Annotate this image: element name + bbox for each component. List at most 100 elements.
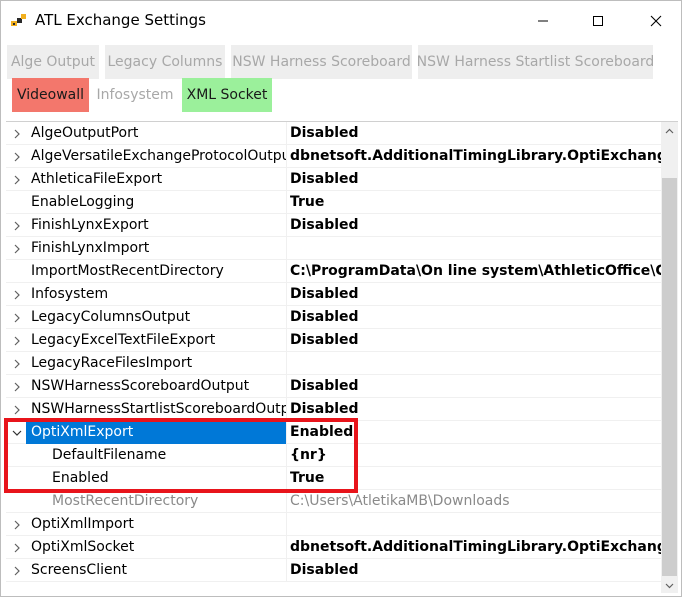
property-value[interactable]: Disabled xyxy=(290,375,661,398)
property-value[interactable]: True xyxy=(290,191,661,214)
property-value[interactable]: dbnetsoft.AdditionalTimingLibrary.OptiEx… xyxy=(290,145,661,168)
column-divider xyxy=(286,260,287,283)
column-divider xyxy=(286,214,287,237)
column-divider xyxy=(286,145,287,168)
videowall-button[interactable]: Videowall xyxy=(12,78,89,112)
property-row-selected[interactable]: OptiXmlExport Enabled xyxy=(6,421,661,444)
column-divider xyxy=(286,559,287,582)
minimize-button[interactable] xyxy=(520,1,566,41)
column-divider xyxy=(286,467,287,490)
maximize-button[interactable] xyxy=(575,1,621,41)
scroll-up-arrow-icon[interactable] xyxy=(661,122,678,139)
chevron-right-icon[interactable] xyxy=(10,283,24,306)
property-value[interactable] xyxy=(290,513,661,536)
chevron-right-icon[interactable] xyxy=(10,536,24,559)
property-value[interactable]: Disabled xyxy=(290,122,661,145)
property-row[interactable]: LegacyExcelTextFileExport Disabled xyxy=(6,329,661,352)
property-row-child[interactable]: MostRecentDirectory C:\Users\AtletikaMB\… xyxy=(6,490,661,513)
property-name: LegacyExcelTextFileExport xyxy=(31,332,216,348)
close-button[interactable] xyxy=(633,1,679,41)
property-value[interactable]: True xyxy=(290,467,661,490)
legacy-columns-button[interactable]: Legacy Columns xyxy=(105,45,225,79)
property-row-child[interactable]: Enabled True xyxy=(6,467,661,490)
property-row[interactable]: OptiXmlImport xyxy=(6,513,661,536)
property-row[interactable]: OptiXmlSocket dbnetsoft.AdditionalTiming… xyxy=(6,536,661,559)
nsw-harness-scoreboard-button[interactable]: NSW Harness Scoreboard xyxy=(231,45,412,79)
property-row[interactable]: ScreensClient Disabled xyxy=(6,559,661,582)
nsw-harness-startlist-scoreboard-button[interactable]: NSW Harness Startlist Scoreboard xyxy=(417,45,654,79)
chevron-right-icon[interactable] xyxy=(10,329,24,352)
column-divider xyxy=(286,536,287,559)
scroll-down-arrow-icon[interactable] xyxy=(661,577,678,593)
chevron-right-icon[interactable] xyxy=(10,145,24,168)
property-value[interactable]: Disabled xyxy=(290,283,661,306)
property-value[interactable]: Disabled xyxy=(290,559,661,582)
column-divider xyxy=(286,421,287,444)
column-divider xyxy=(286,306,287,329)
property-name: DefaultFilename xyxy=(52,447,167,463)
column-divider xyxy=(286,444,287,467)
property-value[interactable]: Enabled xyxy=(290,421,661,444)
chevron-right-icon[interactable] xyxy=(10,559,24,582)
property-row[interactable]: NSWHarnessStartlistScoreboardOutput Disa… xyxy=(6,398,661,421)
property-value[interactable]: Disabled xyxy=(290,214,661,237)
column-divider xyxy=(286,237,287,260)
property-name: NSWHarnessScoreboardOutput xyxy=(31,378,250,394)
property-row[interactable]: AlgeVersatileExchangeProtocolOutput dbne… xyxy=(6,145,661,168)
property-row[interactable]: FinishLynxImport xyxy=(6,237,661,260)
property-row[interactable]: LegacyRaceFilesImport xyxy=(6,352,661,375)
property-grid[interactable]: AlgeOutputPort Disabled AlgeVersatileExc… xyxy=(6,121,678,593)
property-name: LegacyRaceFilesImport xyxy=(31,355,193,371)
property-name: OptiXmlExport xyxy=(26,421,286,444)
chevron-right-icon[interactable] xyxy=(10,168,24,191)
settings-window: ATL Exchange Settings Alge Output Legacy… xyxy=(0,0,682,597)
vertical-scrollbar[interactable] xyxy=(661,122,678,593)
column-divider xyxy=(286,513,287,536)
property-value[interactable]: C:\ProgramData\On line system\AthleticOf… xyxy=(290,260,661,283)
property-name: Infosystem xyxy=(31,286,109,302)
property-row-child[interactable]: DefaultFilename {nr} xyxy=(6,444,661,467)
property-value[interactable]: Disabled xyxy=(290,306,661,329)
wrench-app-icon xyxy=(10,12,28,28)
xml-socket-button[interactable]: XML Socket xyxy=(182,78,272,112)
property-name: AlgeOutputPort xyxy=(31,125,139,141)
chevron-right-icon[interactable] xyxy=(10,122,24,145)
column-divider xyxy=(286,375,287,398)
property-name: ImportMostRecentDirectory xyxy=(31,263,224,279)
title-bar[interactable]: ATL Exchange Settings xyxy=(1,1,681,41)
property-value[interactable]: Disabled xyxy=(290,329,661,352)
chevron-right-icon[interactable] xyxy=(10,306,24,329)
property-row[interactable]: ImportMostRecentDirectory C:\ProgramData… xyxy=(6,260,661,283)
chevron-right-icon[interactable] xyxy=(10,398,24,421)
property-row[interactable]: FinishLynxExport Disabled xyxy=(6,214,661,237)
chevron-right-icon[interactable] xyxy=(10,214,24,237)
property-value[interactable]: Disabled xyxy=(290,168,661,191)
column-divider xyxy=(286,398,287,421)
chevron-right-icon[interactable] xyxy=(10,375,24,398)
property-value[interactable]: {nr} xyxy=(290,444,661,467)
chevron-right-icon[interactable] xyxy=(10,352,24,375)
property-row[interactable]: AlgeOutputPort Disabled xyxy=(6,122,661,145)
column-divider xyxy=(286,283,287,306)
property-row[interactable]: AthleticaFileExport Disabled xyxy=(6,168,661,191)
property-value[interactable]: dbnetsoft.AdditionalTimingLibrary.OptiEx… xyxy=(290,536,661,559)
chevron-down-icon[interactable] xyxy=(10,421,24,444)
property-row[interactable]: EnableLogging True xyxy=(6,191,661,214)
column-divider xyxy=(286,168,287,191)
property-row[interactable]: NSWHarnessScoreboardOutput Disabled xyxy=(6,375,661,398)
property-value[interactable] xyxy=(290,352,661,375)
property-value[interactable] xyxy=(290,237,661,260)
scrollbar-thumb[interactable] xyxy=(662,178,677,576)
infosystem-button[interactable]: Infosystem xyxy=(93,78,177,112)
property-row[interactable]: LegacyColumnsOutput Disabled xyxy=(6,306,661,329)
window-title: ATL Exchange Settings xyxy=(35,11,206,29)
property-value[interactable]: Disabled xyxy=(290,398,661,421)
chevron-right-icon[interactable] xyxy=(10,237,24,260)
property-row[interactable]: Infosystem Disabled xyxy=(6,283,661,306)
column-divider xyxy=(286,329,287,352)
alge-output-button[interactable]: Alge Output xyxy=(7,45,99,79)
chevron-right-icon[interactable] xyxy=(10,513,24,536)
property-name: OptiXmlImport xyxy=(31,516,134,532)
column-divider xyxy=(286,490,287,513)
property-name: LegacyColumnsOutput xyxy=(31,309,191,325)
